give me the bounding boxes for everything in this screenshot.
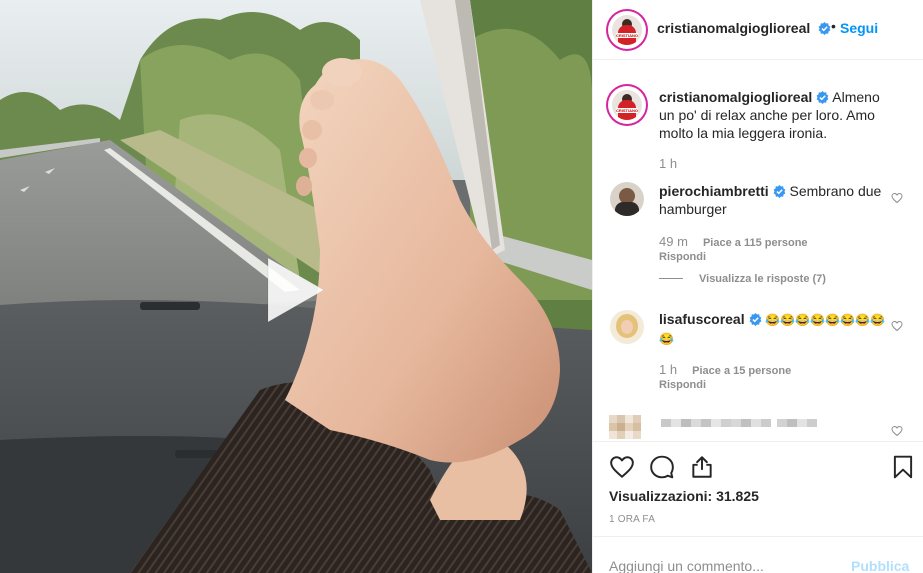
comment-avatar[interactable] [610, 310, 644, 344]
post-video[interactable] [0, 0, 592, 573]
caption-time[interactable]: 1 h [659, 156, 677, 171]
post-sidebar: CRISTIANO cristianomalgioglioreal • Segu… [592, 0, 923, 573]
caption-text-block: cristianomalgioglioreal Almeno un po' di… [659, 88, 899, 142]
add-comment-bar: Aggiungi un commento... Pubblica [593, 536, 923, 573]
play-icon[interactable] [262, 256, 330, 324]
divider-line [659, 278, 683, 279]
comment-time[interactable]: 49 m [659, 234, 688, 249]
share-icon[interactable] [689, 454, 715, 480]
comment-username[interactable]: pierochiambretti [659, 183, 769, 199]
comment-likes[interactable]: Piace a 15 persone [692, 365, 791, 377]
comment-icon[interactable] [649, 454, 675, 480]
loading-comment-placeholder [609, 415, 817, 439]
caption-avatar[interactable]: CRISTIANO [610, 88, 644, 122]
post-actions: Visualizzazioni: 31.825 1 ORA FA Aggiung… [593, 441, 923, 573]
bookmark-icon[interactable] [890, 454, 916, 480]
author-username[interactable]: cristianomalgioglioreal [657, 20, 810, 36]
comment-username[interactable]: lisafuscoreal [659, 311, 745, 327]
heart-icon[interactable] [609, 454, 635, 480]
comment-text-block: pierochiambretti Sembrano due hamburger [659, 182, 899, 218]
comment-like-heart-icon[interactable] [891, 425, 903, 437]
comment-text-block: lisafuscoreal 😂😂😂😂😂😂😂😂😂 [659, 310, 899, 348]
view-replies-button[interactable]: Visualizza le risposte (7) [659, 273, 826, 285]
verified-badge-icon [816, 91, 829, 104]
reply-button[interactable]: Rispondi [659, 251, 706, 263]
reply-button[interactable]: Rispondi [659, 379, 706, 391]
post-timestamp[interactable]: 1 ORA FA [609, 514, 655, 525]
verified-badge-icon [773, 185, 785, 198]
separator-dot: • [831, 18, 836, 34]
comment-like-heart-icon[interactable] [891, 192, 903, 204]
caption-username[interactable]: cristianomalgioglioreal [659, 89, 812, 105]
comment-meta: 49 m Piace a 115 persone [659, 234, 808, 249]
post-header: CRISTIANO cristianomalgioglioreal • Segu… [593, 0, 923, 60]
comment-avatar[interactable] [610, 182, 644, 216]
comment-likes[interactable]: Piace a 115 persone [703, 237, 808, 249]
comment-meta: 1 h Piace a 15 persone [659, 362, 791, 377]
view-count: Visualizzazioni: 31.825 [609, 488, 759, 504]
follow-button[interactable]: Segui [840, 20, 878, 36]
comment-input[interactable]: Aggiungi un commento... [609, 558, 764, 573]
author-avatar[interactable]: CRISTIANO [610, 13, 644, 47]
verified-badge-icon [818, 22, 831, 35]
caption-meta: 1 h [659, 156, 689, 171]
view-replies-label: Visualizza le risposte (7) [699, 273, 826, 285]
comment-time[interactable]: 1 h [659, 362, 677, 377]
comment-like-heart-icon[interactable] [891, 320, 903, 332]
comments-list[interactable]: CRISTIANO cristianomalgioglioreal Almeno… [593, 61, 923, 441]
publish-button[interactable]: Pubblica [851, 558, 909, 573]
verified-badge-icon [749, 313, 761, 326]
